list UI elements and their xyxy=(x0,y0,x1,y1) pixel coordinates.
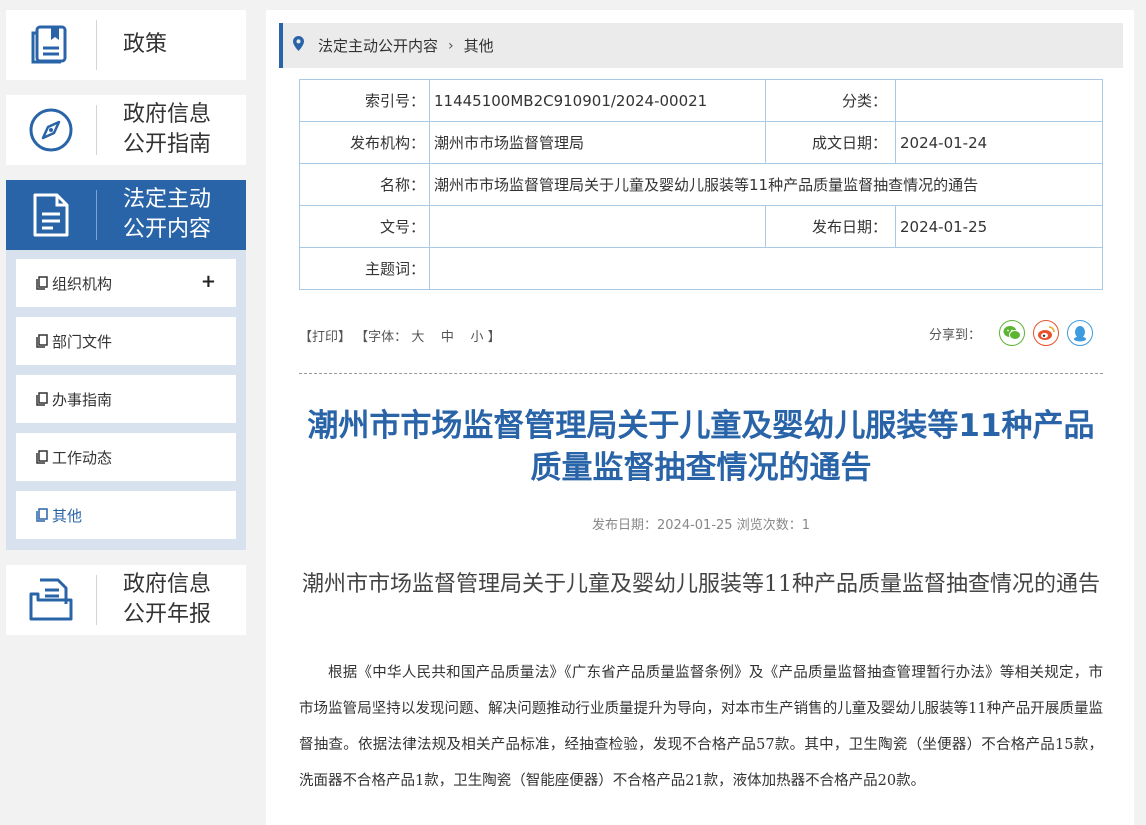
weibo-icon xyxy=(1038,326,1055,340)
breadcrumb: 法定主动公开内容 › 其他 xyxy=(279,23,1123,68)
index-label: 索引号： xyxy=(299,79,430,122)
sidebar-item-label: 部门文件 xyxy=(52,332,113,351)
breadcrumb-current[interactable]: 其他 xyxy=(464,35,494,56)
sidebar-card-label: 法定主动 xyxy=(123,187,212,212)
pubdate-value: 2024-01-25 xyxy=(895,205,1103,248)
subject-label: 主题词： xyxy=(299,247,430,290)
sidebar-item-label: 组织机构 xyxy=(52,274,113,293)
share-label: 分享到： xyxy=(928,327,981,343)
sidebar-card-annual-report[interactable]: 政府信息 公开年报 xyxy=(6,565,246,635)
docno-label: 文号： xyxy=(299,205,430,248)
sidebar-item-label: 其他 xyxy=(52,506,83,525)
divider xyxy=(299,373,1103,374)
wechat-share-button[interactable] xyxy=(999,320,1025,346)
article-paragraph: 根据《中华人民共和国产品质量法》《广东省产品质量监督条例》及《产品质量监督抽查管… xyxy=(299,665,1103,789)
font-medium-button[interactable]: 中 xyxy=(441,330,454,345)
subject-value xyxy=(429,247,1103,290)
page-icon xyxy=(36,276,48,290)
created-date-value: 2024-01-24 xyxy=(895,121,1103,164)
sidebar-card-policy[interactable]: 政策 xyxy=(6,10,246,80)
folder-icon xyxy=(6,565,96,635)
name-value: 潮州市市场监督管理局关于儿童及婴幼儿服装等11种产品质量监督抽查情况的通告 xyxy=(429,163,1103,206)
font-large-button[interactable]: 大 xyxy=(411,330,424,345)
created-date-label: 成文日期： xyxy=(765,121,896,164)
breadcrumb-link-statutory[interactable]: 法定主动公开内容 xyxy=(318,35,438,56)
category-label: 分类： xyxy=(765,79,896,122)
publisher-label: 发布机构： xyxy=(299,121,430,164)
book-icon xyxy=(6,10,96,80)
page-icon xyxy=(36,392,48,406)
name-label: 名称： xyxy=(299,163,430,206)
qq-icon xyxy=(1074,325,1086,341)
sidebar-card-label: 政府信息 xyxy=(123,572,212,597)
print-button[interactable]: 【打印】 xyxy=(299,330,351,345)
sidebar-card-label: 政府信息 xyxy=(123,102,212,127)
sidebar-card-label: 公开年报 xyxy=(123,602,212,627)
sidebar-item-label: 工作动态 xyxy=(52,448,113,467)
sidebar-item-other[interactable]: 其他 xyxy=(16,491,236,539)
pubdate-label: 发布日期： xyxy=(765,205,896,248)
chevron-right-icon: › xyxy=(448,37,454,54)
sidebar-submenu: 组织机构 + 部门文件 办事指南 工作动态 其他 xyxy=(6,250,246,550)
sidebar-card-label: 政策 xyxy=(123,32,168,57)
page-icon xyxy=(36,334,48,348)
article-subtitle: 潮州市市场监督管理局关于儿童及婴幼儿服装等11种产品质量监督抽查情况的通告 xyxy=(302,572,1100,597)
compass-icon xyxy=(6,95,96,165)
publisher-value: 潮州市市场监督管理局 xyxy=(429,121,766,164)
document-icon xyxy=(6,180,96,250)
expand-icon[interactable]: + xyxy=(201,271,216,292)
main-content: 法定主动公开内容 › 其他 索引号： 11445100MB2C910901/20… xyxy=(266,10,1134,825)
sidebar-card-label: 公开内容 xyxy=(123,217,212,242)
sidebar-card-label: 公开指南 xyxy=(123,132,212,157)
page-icon xyxy=(36,450,48,464)
sidebar: 政策 政府信息 公开指南 法定主动 公开内容 组织机构 + 部门文件 办事指南 … xyxy=(6,10,246,650)
font-size-prefix: 【字体： xyxy=(355,330,408,345)
font-size-suffix: 】 xyxy=(487,330,501,345)
metadata-table: 索引号： 11445100MB2C910901/2024-00021 分类： 发… xyxy=(299,79,1103,290)
sidebar-item-label: 办事指南 xyxy=(52,390,113,409)
weibo-share-button[interactable] xyxy=(1033,320,1059,346)
sidebar-item-service-guide[interactable]: 办事指南 xyxy=(16,375,236,423)
qq-share-button[interactable] xyxy=(1067,320,1093,346)
docno-value xyxy=(429,205,766,248)
index-value: 11445100MB2C910901/2024-00021 xyxy=(429,79,766,122)
font-small-button[interactable]: 小 xyxy=(470,330,483,345)
sidebar-card-statutory[interactable]: 法定主动 公开内容 xyxy=(6,180,246,250)
wechat-icon xyxy=(1003,326,1021,340)
article-toolbar: 【打印】 【字体： 大 中 小 】 分享到： xyxy=(299,320,1103,350)
publish-info: 发布日期：2024-01-25 浏览次数：1 xyxy=(592,518,810,533)
location-pin-icon xyxy=(293,36,304,55)
sidebar-card-guide[interactable]: 政府信息 公开指南 xyxy=(6,95,246,165)
article-title: 潮州市市场监督管理局关于儿童及婴幼儿服装等11种产品质量监督抽查情况的通告 xyxy=(307,408,1095,486)
category-value xyxy=(895,79,1103,122)
page-icon xyxy=(36,508,48,522)
sidebar-item-organization[interactable]: 组织机构 + xyxy=(16,259,236,307)
sidebar-item-work-news[interactable]: 工作动态 xyxy=(16,433,236,481)
sidebar-item-department-files[interactable]: 部门文件 xyxy=(16,317,236,365)
